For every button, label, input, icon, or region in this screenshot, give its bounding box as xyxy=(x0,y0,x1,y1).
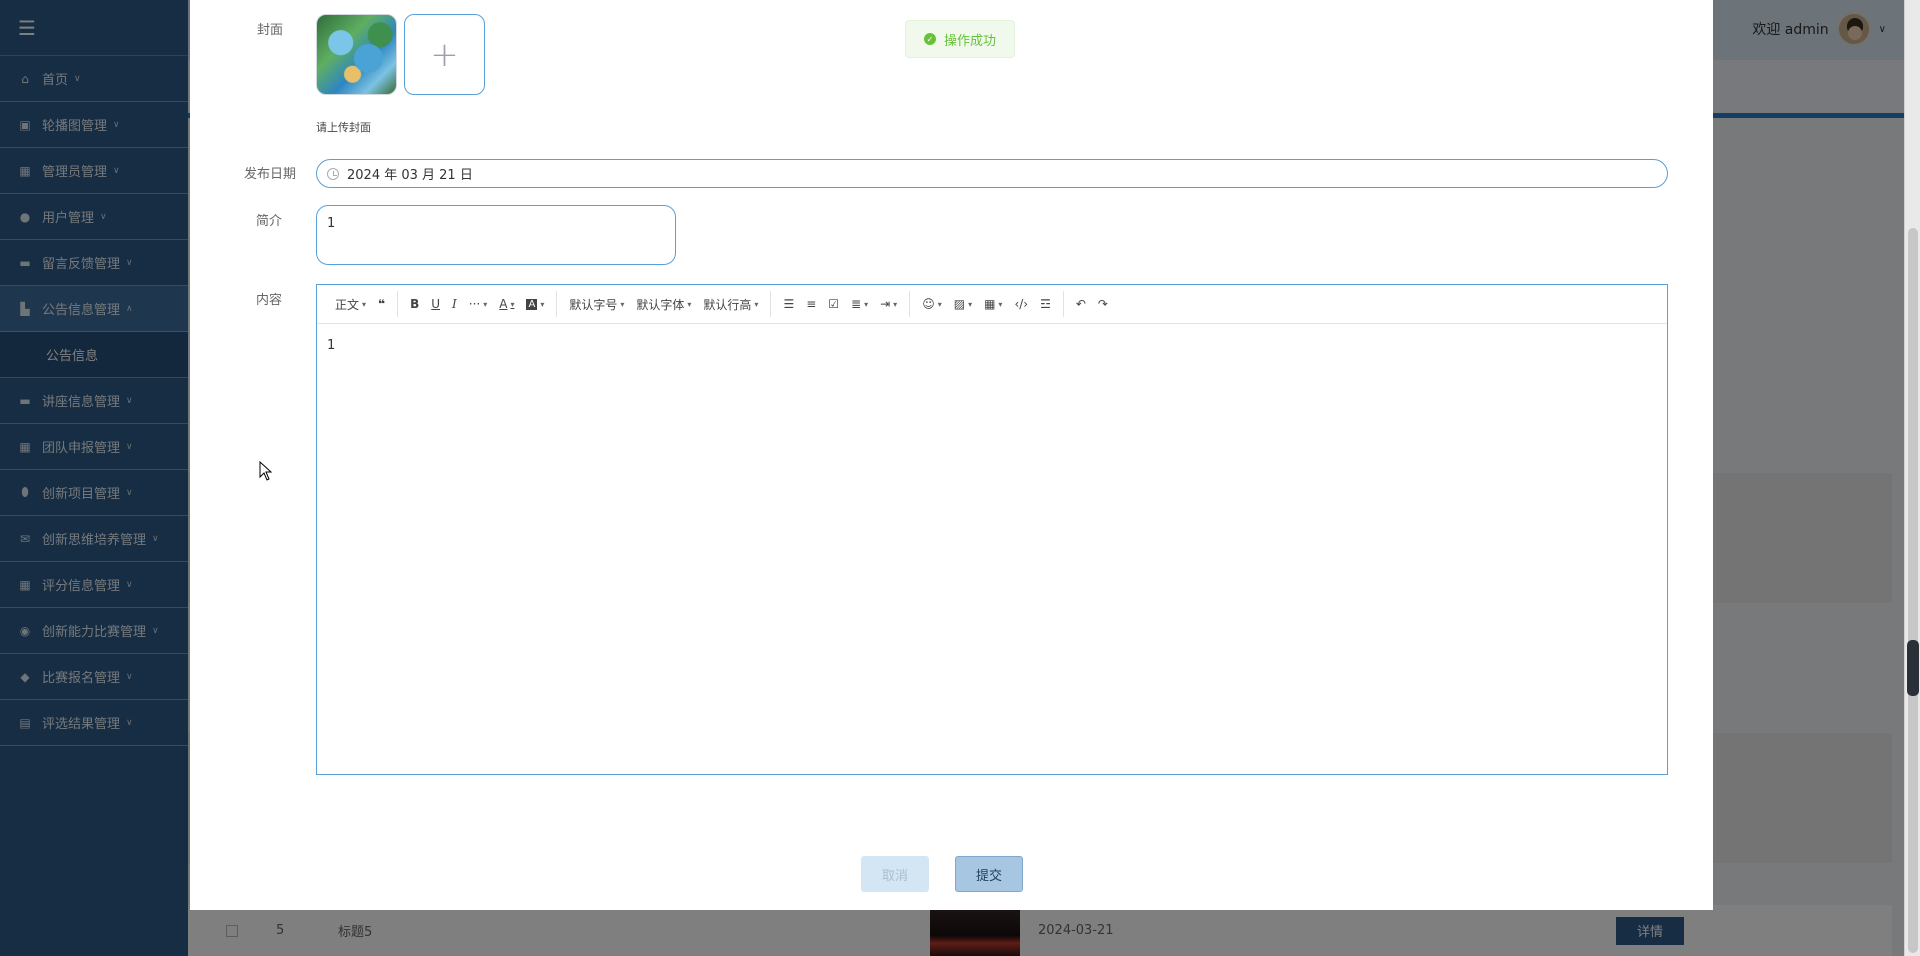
todo-list-icon[interactable]: ☑ xyxy=(822,291,845,317)
mouse-cursor-icon xyxy=(259,461,273,481)
date-label: 发布日期 xyxy=(243,167,296,182)
font-color-icon[interactable]: A ▾ xyxy=(493,291,520,317)
heading-select[interactable]: 正文 ▾ xyxy=(329,291,372,317)
date-value: 2024 年 03 月 21 日 xyxy=(347,168,473,183)
content-label: 内容 xyxy=(256,293,283,308)
bulleted-list-icon[interactable]: ☰ xyxy=(777,291,800,317)
toolbar-divider xyxy=(770,291,772,317)
page-scrollbar[interactable] xyxy=(1904,0,1920,956)
plus-icon: + xyxy=(430,34,459,75)
intro-label: 简介 xyxy=(256,214,283,229)
check-circle-icon: ✓ xyxy=(923,33,936,45)
bold-icon[interactable]: B xyxy=(404,291,425,317)
cover-image[interactable] xyxy=(316,14,397,95)
table-icon[interactable]: ▦ ▾ xyxy=(978,291,1008,317)
toolbar-divider xyxy=(909,291,911,317)
divider-icon[interactable]: ☲ xyxy=(1034,291,1057,317)
toolbar-divider xyxy=(556,291,558,317)
caret-icon: ▾ xyxy=(362,299,367,309)
publish-date-input[interactable]: 2024 年 03 月 21 日 xyxy=(316,159,1668,188)
more-icon[interactable]: ··· ▾ xyxy=(463,291,493,317)
cancel-button[interactable]: 取消 xyxy=(861,856,929,892)
undo-icon[interactable]: ↶ xyxy=(1070,291,1092,317)
image-icon[interactable]: ▨ ▾ xyxy=(948,291,978,317)
success-toast: ✓ 操作成功 xyxy=(905,20,1015,58)
numbered-list-icon[interactable]: ≡ xyxy=(800,291,822,317)
background-color-icon[interactable]: A ▾ xyxy=(520,291,550,317)
quote-icon[interactable]: ❝ xyxy=(372,291,391,317)
font-size-select[interactable]: 默认字号 ▾ xyxy=(563,291,630,317)
toast-message: 操作成功 xyxy=(943,33,996,49)
scrollbar-thumb[interactable] xyxy=(1908,228,1918,953)
redo-icon[interactable]: ↷ xyxy=(1092,291,1114,317)
align-icon[interactable]: ≣ ▾ xyxy=(845,291,874,317)
code-icon[interactable]: ‹/› xyxy=(1008,291,1034,317)
upload-cover-button[interactable]: + xyxy=(404,14,485,95)
line-height-select[interactable]: 默认行高 ▾ xyxy=(697,291,764,317)
rich-text-editor[interactable]: 正文 ▾ ❝ B U I ··· ▾ A ▾ A ▾ 默认字号 ▾ 默认字体 ▾ 默认行高 ▾… xyxy=(316,284,1668,775)
italic-icon[interactable]: I xyxy=(446,291,463,317)
editor-content[interactable]: 1 xyxy=(317,324,1667,367)
indent-icon[interactable]: ⇥ ▾ xyxy=(874,291,903,317)
font-family-select[interactable]: 默认字体 ▾ xyxy=(630,291,697,317)
emoji-icon[interactable]: ☺ ▾ xyxy=(916,291,948,317)
toolbar-divider xyxy=(1062,291,1064,317)
clock-icon xyxy=(327,167,339,180)
submit-button[interactable]: 提交 xyxy=(955,856,1023,892)
toolbar-divider xyxy=(397,291,399,317)
editor-toolbar: 正文 ▾ ❝ B U I ··· ▾ A ▾ A ▾ 默认字号 ▾ 默认字体 ▾ 默认行高 ▾… xyxy=(317,285,1667,324)
cover-label: 封面 xyxy=(257,23,284,38)
underline-icon[interactable]: U xyxy=(425,291,446,317)
scroll-grip-icon xyxy=(1907,640,1919,696)
intro-textarea[interactable]: 1 xyxy=(316,205,676,265)
cover-hint: 请上传封面 xyxy=(316,121,371,134)
